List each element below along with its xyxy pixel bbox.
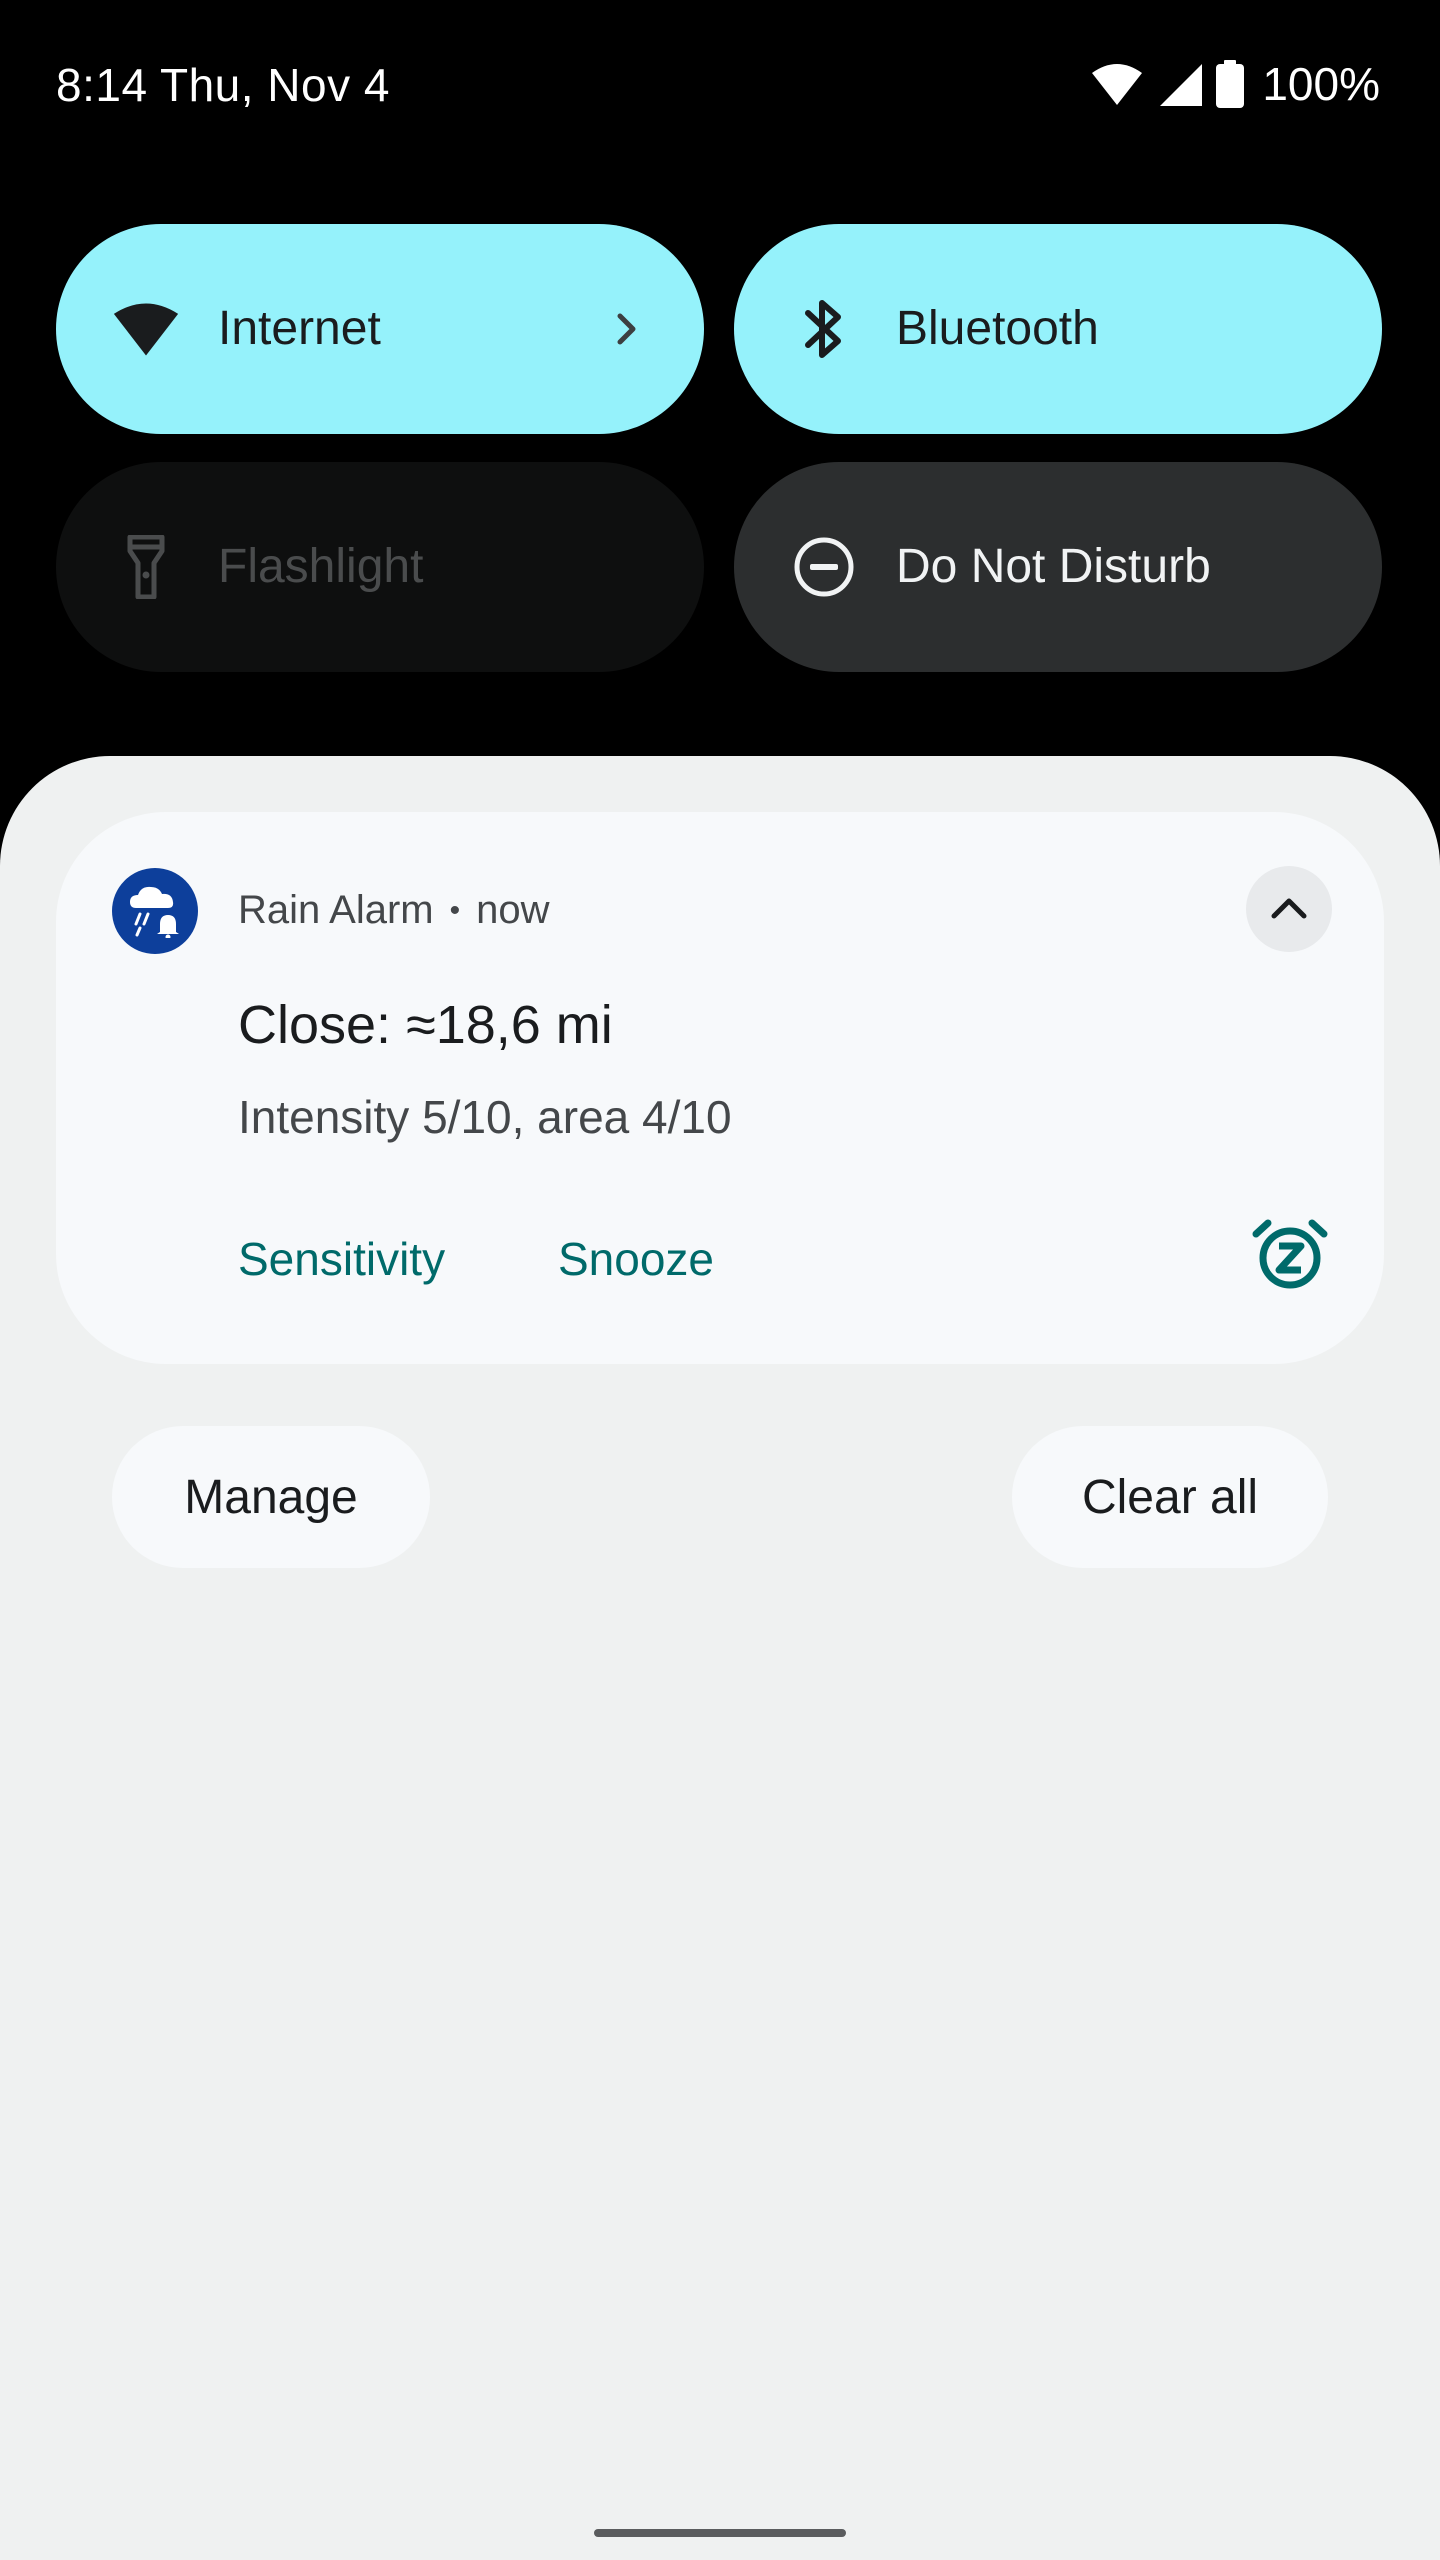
status-time: 8:14 Thu, Nov 4: [56, 59, 390, 111]
tile-bluetooth[interactable]: Bluetooth: [734, 224, 1382, 434]
tile-flashlight-label: Flashlight: [218, 540, 424, 593]
tile-bluetooth-label: Bluetooth: [896, 302, 1099, 355]
navigation-handle[interactable]: [594, 2529, 846, 2537]
notification-header: Rain Alarm • now: [238, 888, 550, 933]
clear-all-button[interactable]: Clear all: [1012, 1426, 1328, 1568]
tile-internet-label: Internet: [218, 302, 381, 355]
notification-card[interactable]: Rain Alarm • now Close: ≈18,6 mi Intensi…: [56, 812, 1384, 1364]
tile-do-not-disturb[interactable]: Do Not Disturb: [734, 462, 1382, 672]
sensitivity-action[interactable]: Sensitivity: [238, 1232, 445, 1286]
battery-icon: [1216, 60, 1245, 108]
snooze-icon[interactable]: [1250, 1214, 1330, 1294]
status-bar: 8:14 Thu, Nov 4 100%: [0, 0, 1440, 170]
notification-title: Close: ≈18,6 mi: [238, 995, 613, 1055]
tile-flashlight[interactable]: Flashlight: [56, 462, 704, 672]
header-separator: •: [449, 893, 461, 927]
snooze-action[interactable]: Snooze: [558, 1232, 714, 1286]
chevron-up-icon: [1271, 898, 1307, 919]
do-not-disturb-icon: [790, 533, 858, 601]
rain-alarm-icon: [112, 868, 198, 954]
app-name: Rain Alarm: [238, 888, 434, 932]
tile-do-not-disturb-label: Do Not Disturb: [896, 540, 1211, 593]
battery-percentage: 100%: [1262, 58, 1380, 110]
collapse-button[interactable]: [1246, 866, 1332, 952]
flashlight-icon: [112, 533, 180, 601]
chevron-right-icon: [617, 313, 636, 345]
manage-button[interactable]: Manage: [112, 1426, 430, 1568]
bluetooth-icon: [790, 295, 858, 363]
wifi-icon: [112, 295, 180, 363]
notification-time: now: [476, 888, 550, 932]
tile-internet[interactable]: Internet: [56, 224, 704, 434]
cell-signal-icon: [1160, 64, 1203, 106]
wifi-icon: [1092, 64, 1143, 105]
notification-text: Intensity 5/10, area 4/10: [238, 1091, 732, 1143]
status-icons: 100%: [1090, 58, 1380, 110]
